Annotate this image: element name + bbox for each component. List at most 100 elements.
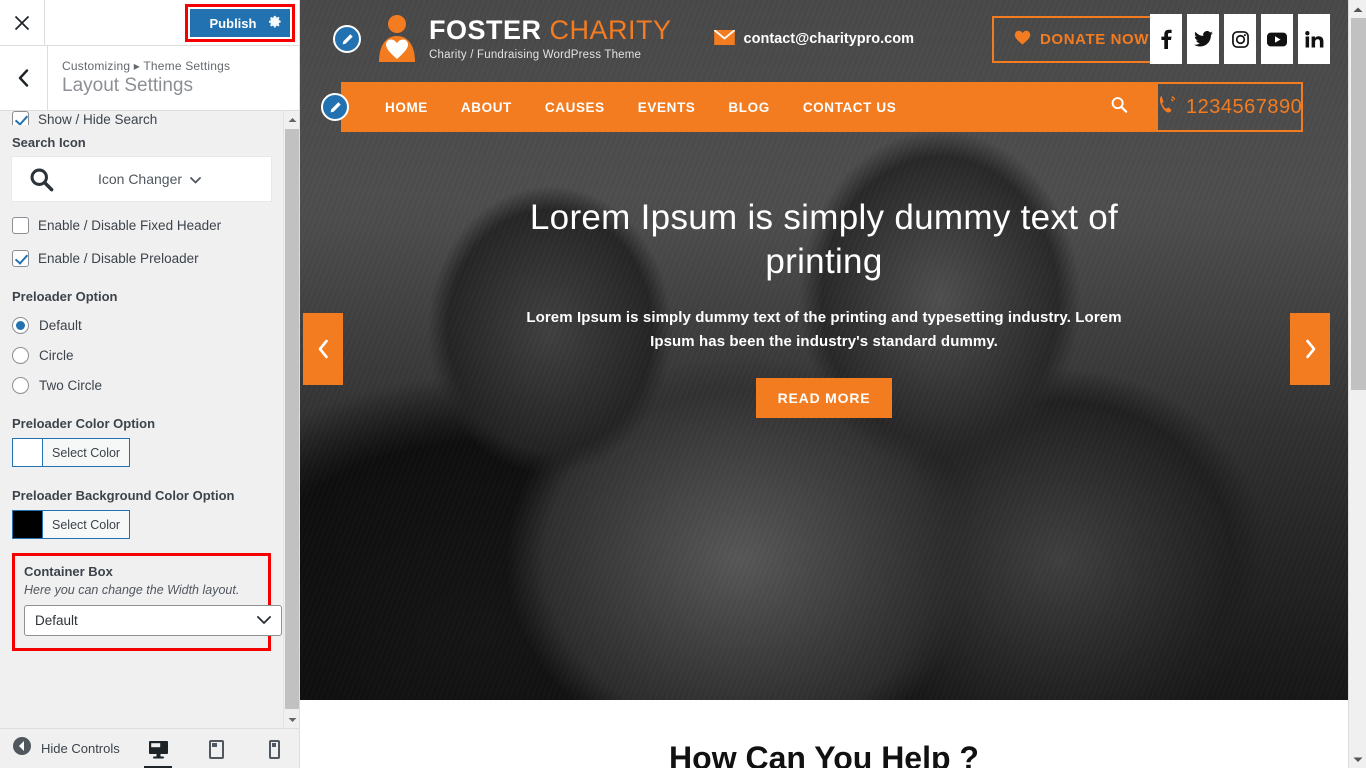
nav-item-blog[interactable]: BLOG bbox=[728, 100, 769, 115]
brand-tagline: Charity / Fundraising WordPress Theme bbox=[429, 48, 642, 61]
envelope-icon bbox=[713, 28, 735, 49]
tablet-icon[interactable] bbox=[197, 730, 235, 768]
site-nav-bar: HOME ABOUT CAUSES EVENTS BLOG CONTACT US bbox=[341, 82, 1158, 132]
preloader-bg-color-swatch[interactable] bbox=[13, 511, 43, 538]
facebook-icon[interactable] bbox=[1150, 14, 1182, 64]
container-box-selected-value: Default bbox=[35, 613, 78, 628]
nav-item-about[interactable]: ABOUT bbox=[461, 100, 512, 115]
preloader-color-picker[interactable]: Select Color bbox=[12, 438, 131, 467]
preview-scrollbar[interactable] bbox=[1348, 0, 1366, 768]
preview-scroll-up-icon[interactable] bbox=[1349, 0, 1366, 18]
search-icon-control-label: Search Icon bbox=[12, 135, 86, 150]
instagram-icon[interactable] bbox=[1224, 14, 1256, 64]
customizer-app: Publish Customizing ▸ Theme Settings Lay… bbox=[0, 0, 1366, 768]
page-title: Layout Settings bbox=[62, 74, 193, 96]
header-email[interactable]: contact@charitypro.com bbox=[713, 28, 914, 49]
radio-default[interactable] bbox=[12, 317, 29, 334]
container-box-select[interactable]: Default bbox=[24, 605, 282, 636]
breadcrumb: Customizing ▸ Theme Settings bbox=[62, 59, 230, 73]
search-icon[interactable] bbox=[1110, 96, 1128, 119]
hide-controls-button[interactable]: Hide Controls bbox=[0, 736, 120, 761]
radio-circle[interactable] bbox=[12, 347, 29, 364]
preloader-option-two-circle[interactable]: Two Circle bbox=[12, 377, 271, 394]
sidebar-scrollbar[interactable] bbox=[283, 111, 299, 728]
header-email-text: contact@charitypro.com bbox=[743, 31, 914, 47]
fixed-header-checkbox-row[interactable]: Enable / Disable Fixed Header bbox=[12, 217, 271, 234]
customizer-sidebar: Publish Customizing ▸ Theme Settings Lay… bbox=[0, 0, 300, 768]
radio-two-circle[interactable] bbox=[12, 377, 29, 394]
control-search-icon: Search Icon Icon Changer bbox=[12, 135, 271, 201]
hero-slider-content: Lorem Ipsum is simply dummy text of prin… bbox=[300, 196, 1348, 418]
breadcrumb-current: Theme Settings bbox=[143, 58, 231, 73]
back-button[interactable] bbox=[0, 46, 48, 110]
preloader-color-swatch[interactable] bbox=[13, 439, 43, 466]
twitter-icon[interactable] bbox=[1187, 14, 1219, 64]
controls-list: Show / Hide Search Search Icon Icon Chan… bbox=[0, 111, 283, 728]
site-preview: FOSTER CHARITY Charity / Fundraising Wor… bbox=[300, 0, 1348, 768]
publish-button[interactable]: Publish bbox=[190, 9, 290, 37]
phone-number-box[interactable]: 1234567890 bbox=[1145, 82, 1303, 132]
below-fold-section: How Can You Help ? bbox=[300, 700, 1348, 768]
donate-now-label: DONATE NOW bbox=[1040, 30, 1150, 48]
container-box-description: Here you can change the Width layout. bbox=[24, 583, 240, 597]
youtube-icon[interactable] bbox=[1261, 14, 1293, 64]
radio-default-label: Default bbox=[39, 318, 82, 333]
preloader-checkbox-row[interactable]: Enable / Disable Preloader bbox=[12, 250, 271, 267]
preloader-bg-color-picker[interactable]: Select Color bbox=[12, 510, 131, 539]
brand-name-secondary: CHARITY bbox=[549, 14, 672, 45]
close-icon[interactable] bbox=[0, 0, 45, 45]
control-show-hide-search: Show / Hide Search bbox=[12, 111, 271, 125]
preview-scroll-down-icon[interactable] bbox=[1349, 750, 1366, 768]
nav-item-contact-us[interactable]: CONTACT US bbox=[803, 100, 897, 115]
fixed-header-label: Enable / Disable Fixed Header bbox=[38, 218, 222, 233]
section-heading: How Can You Help ? bbox=[669, 740, 979, 768]
publish-highlight-box: Publish bbox=[185, 4, 295, 42]
nav-item-causes[interactable]: CAUSES bbox=[545, 100, 605, 115]
scroll-up-icon[interactable] bbox=[284, 111, 299, 128]
hide-controls-label: Hide Controls bbox=[41, 741, 120, 756]
preloader-bg-color-button-label: Select Color bbox=[52, 517, 121, 532]
slider-prev-button[interactable] bbox=[303, 313, 343, 385]
phone-icon bbox=[1157, 94, 1178, 121]
chevron-down-icon bbox=[190, 171, 201, 187]
brand-text: FOSTER CHARITY Charity / Fundraising Wor… bbox=[429, 15, 672, 62]
site-brand[interactable]: FOSTER CHARITY Charity / Fundraising Wor… bbox=[375, 14, 672, 64]
section-header: Customizing ▸ Theme Settings Layout Sett… bbox=[0, 46, 299, 111]
icon-changer-label: Icon Changer bbox=[97, 171, 183, 187]
preloader-option-default[interactable]: Default bbox=[12, 317, 271, 334]
person-heart-logo-icon bbox=[375, 14, 419, 64]
nav-item-home[interactable]: HOME bbox=[385, 100, 428, 115]
device-switcher bbox=[139, 729, 293, 768]
read-more-button[interactable]: READ MORE bbox=[755, 377, 893, 418]
control-preloader-option: Preloader Option Default Circle Two Circ… bbox=[12, 289, 271, 394]
nav-item-events[interactable]: EVENTS bbox=[638, 100, 696, 115]
sidebar-scrollbar-thumb[interactable] bbox=[285, 129, 299, 709]
nav-edit-shortcut-pencil-icon[interactable] bbox=[321, 93, 349, 121]
magnifier-icon bbox=[13, 166, 69, 193]
preloader-color-label: Preloader Color Option bbox=[12, 416, 156, 431]
brand-name: FOSTER CHARITY bbox=[429, 15, 672, 45]
publish-button-label: Publish bbox=[209, 15, 257, 31]
gear-icon[interactable] bbox=[268, 15, 282, 32]
slider-next-button[interactable] bbox=[1290, 313, 1330, 385]
preview-scrollbar-thumb[interactable] bbox=[1351, 18, 1366, 390]
hero-subtitle: Lorem Ipsum is simply dummy text of the … bbox=[526, 308, 1122, 350]
show-hide-search-checkbox-row[interactable]: Show / Hide Search bbox=[12, 111, 157, 125]
donate-now-button[interactable]: DONATE NOW bbox=[992, 15, 1172, 63]
show-hide-search-checkbox[interactable] bbox=[12, 111, 29, 125]
edit-shortcut-pencil-icon[interactable] bbox=[333, 25, 361, 53]
fixed-header-checkbox[interactable] bbox=[12, 217, 29, 234]
icon-changer-button[interactable]: Icon Changer bbox=[12, 157, 271, 201]
control-preloader-color: Preloader Color Option Select Color bbox=[12, 416, 271, 471]
collapse-icon bbox=[12, 736, 32, 761]
linkedin-icon[interactable] bbox=[1298, 14, 1330, 64]
scroll-down-icon[interactable] bbox=[284, 711, 299, 728]
preloader-option-circle[interactable]: Circle bbox=[12, 347, 271, 364]
preloader-color-button-label: Select Color bbox=[52, 445, 121, 460]
preloader-label: Enable / Disable Preloader bbox=[38, 251, 199, 266]
radio-two-circle-label: Two Circle bbox=[39, 378, 103, 393]
desktop-icon[interactable] bbox=[139, 730, 177, 768]
nav-links: HOME ABOUT CAUSES EVENTS BLOG CONTACT US bbox=[385, 100, 896, 115]
preloader-checkbox[interactable] bbox=[12, 250, 29, 267]
mobile-icon[interactable] bbox=[255, 730, 293, 768]
